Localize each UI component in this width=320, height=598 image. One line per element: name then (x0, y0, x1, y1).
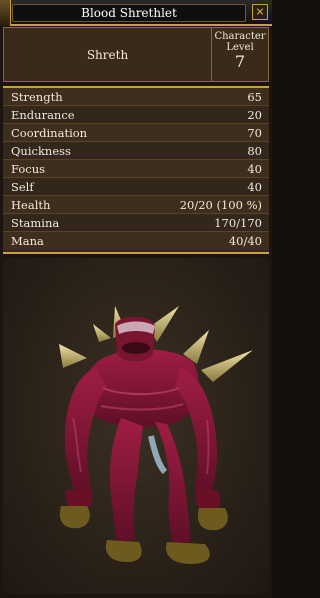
stat-value: 20/20 (100 %) (179, 198, 262, 212)
stat-label: Stamina (11, 216, 60, 230)
stat-value: 40 (247, 162, 262, 176)
stat-label: Health (11, 198, 51, 212)
character-level-box: Character Level 7 (212, 28, 268, 81)
title-bar[interactable]: Blood Shrethlet × (0, 0, 272, 26)
creature-portrait (3, 258, 269, 594)
stat-label: Focus (11, 162, 46, 176)
stat-label: Coordination (11, 126, 88, 140)
stat-value: 70 (247, 126, 262, 140)
stats-table: Strength 65 Endurance 20 Coordination 70… (3, 86, 269, 254)
level-value: 7 (234, 52, 246, 71)
stat-row-endurance: Endurance 20 (3, 106, 269, 124)
shrethlet-icon (59, 306, 253, 564)
creature-appraisal-panel: Blood Shrethlet × Shreth Character Level… (0, 0, 272, 598)
stat-row-quickness: Quickness 80 (3, 142, 269, 160)
level-label-line1: Character (214, 31, 266, 42)
stat-value: 65 (247, 90, 262, 104)
creature-type-label: Shreth (4, 28, 212, 81)
window-title: Blood Shrethlet (12, 4, 246, 22)
stat-label: Quickness (11, 144, 71, 158)
stat-value: 80 (247, 144, 262, 158)
close-button[interactable]: × (252, 4, 268, 20)
stat-row-health: Health 20/20 (100 %) (3, 196, 269, 214)
stat-value: 20 (247, 108, 262, 122)
stat-row-mana: Mana 40/40 (3, 232, 269, 250)
stat-label: Mana (11, 234, 44, 248)
stat-row-focus: Focus 40 (3, 160, 269, 178)
stat-value: 40/40 (228, 234, 262, 248)
stat-row-coordination: Coordination 70 (3, 124, 269, 142)
stat-label: Self (11, 180, 34, 194)
stat-label: Strength (11, 90, 63, 104)
stat-row-strength: Strength 65 (3, 88, 269, 106)
stat-value: 170/170 (214, 216, 262, 230)
creature-header: Shreth Character Level 7 (3, 27, 269, 82)
stat-value: 40 (247, 180, 262, 194)
stat-row-stamina: Stamina 170/170 (3, 214, 269, 232)
stat-row-self: Self 40 (3, 178, 269, 196)
stat-label: Endurance (11, 108, 75, 122)
title-bar-ornament (0, 0, 11, 26)
